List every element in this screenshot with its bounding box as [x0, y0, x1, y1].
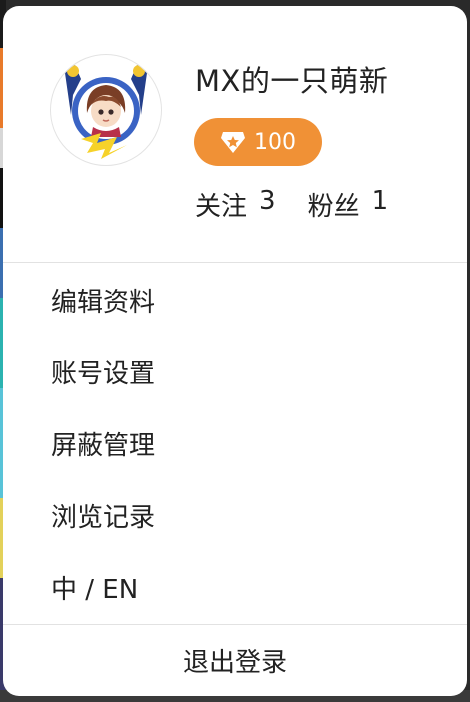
menu-item-browse-history[interactable]: 浏览记录	[3, 479, 467, 551]
user-menu-popover: MX的一只萌新 100 关注 3 粉丝 1 编辑资料 账号设置 屏蔽管理 浏览记…	[3, 6, 467, 696]
following-count: 3	[259, 186, 276, 216]
anime-avatar-icon	[65, 65, 147, 159]
follow-stats: 关注 3 粉丝 1	[195, 186, 388, 223]
followers-label: 粉丝	[307, 192, 360, 222]
following-label: 关注	[195, 192, 248, 222]
followers-count: 1	[371, 186, 389, 216]
logout-button[interactable]: 退出登录	[3, 625, 467, 696]
level-star-icon	[221, 132, 245, 153]
menu-item-account-settings[interactable]: 账号设置	[3, 335, 467, 407]
header-divider	[3, 262, 467, 263]
level-badge: 100	[194, 118, 322, 166]
user-avatar[interactable]	[50, 54, 162, 166]
followers-stat[interactable]: 粉丝 1	[308, 186, 389, 223]
menu-item-block-management[interactable]: 屏蔽管理	[3, 407, 467, 479]
menu-item-language-toggle[interactable]: 中 / EN	[3, 551, 467, 623]
following-stat[interactable]: 关注 3	[195, 186, 276, 223]
user-menu: 编辑资料 账号设置 屏蔽管理 浏览记录 中 / EN	[3, 265, 467, 623]
menu-item-edit-profile[interactable]: 编辑资料	[3, 265, 467, 335]
level-value: 100	[254, 129, 296, 155]
username: MX的一只萌新	[195, 64, 389, 98]
